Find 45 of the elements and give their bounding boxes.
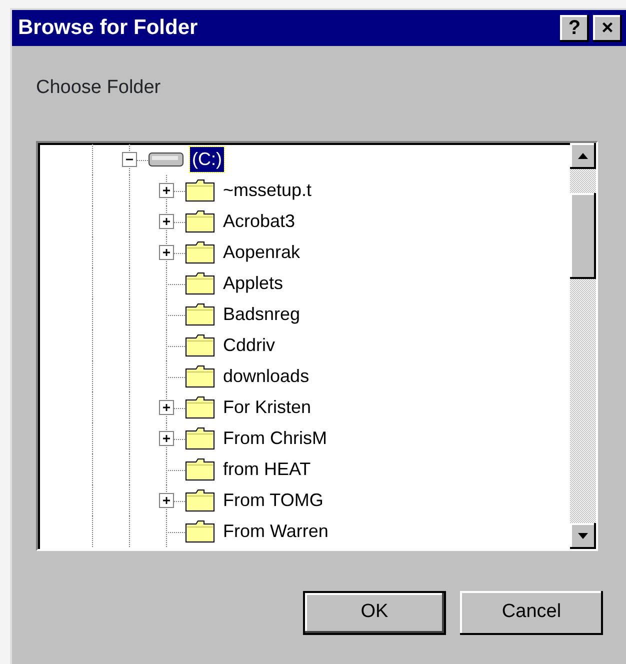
scroll-down-button[interactable] (570, 522, 596, 548)
folder-icon (185, 395, 215, 419)
folder-icon (185, 271, 215, 295)
folder-icon (185, 333, 215, 357)
tree-item[interactable]: From TOMG (221, 488, 326, 512)
tree-item[interactable]: from HEAT (221, 456, 313, 482)
folder-icon (185, 178, 215, 202)
scrollbar-track[interactable] (570, 142, 596, 548)
drive-icon (148, 151, 184, 167)
tree-item[interactable]: ~mssetup.t (221, 178, 314, 202)
expand-button[interactable] (159, 400, 174, 414)
folder-icon (185, 364, 215, 388)
tree-item[interactable]: Badsnreg (221, 302, 302, 326)
folder-icon (185, 209, 215, 233)
window-title: Browse for Folder (18, 15, 198, 42)
folder-icon (185, 240, 215, 264)
folder-icon (185, 426, 215, 450)
scrollbar-thumb[interactable] (570, 192, 596, 278)
close-button[interactable]: × (593, 14, 622, 42)
up-arrow-icon (578, 152, 588, 158)
tree-item[interactable]: (C:) (190, 146, 224, 172)
expand-button[interactable] (159, 214, 174, 228)
instruction-label: Choose Folder (36, 76, 161, 100)
collapse-button[interactable] (122, 152, 137, 166)
tree-item[interactable]: Applets (221, 270, 286, 296)
folder-icon (185, 302, 215, 326)
expand-button[interactable] (159, 492, 174, 508)
scroll-up-button[interactable] (570, 142, 596, 168)
tree-item[interactable]: From ChrisM (221, 426, 329, 450)
cancel-button[interactable]: Cancel (460, 590, 603, 634)
expand-button[interactable] (159, 430, 174, 446)
tree-item[interactable]: Aopenrak (221, 240, 302, 264)
down-arrow-icon (578, 532, 588, 538)
ok-button[interactable]: OK (303, 590, 446, 634)
tree-item[interactable]: downloads (221, 364, 312, 388)
expand-button[interactable] (159, 182, 174, 198)
help-button[interactable]: ? (560, 14, 589, 42)
folder-icon (185, 457, 215, 481)
folder-icon (185, 519, 215, 543)
tree-item[interactable]: Acrobat3 (221, 208, 298, 234)
tree-item[interactable]: For Kristen (221, 394, 314, 420)
tree-item[interactable]: Cddriv (221, 332, 278, 358)
expand-button[interactable] (159, 244, 174, 260)
tree-item[interactable]: From Warren (221, 518, 330, 544)
folder-icon (185, 488, 215, 512)
